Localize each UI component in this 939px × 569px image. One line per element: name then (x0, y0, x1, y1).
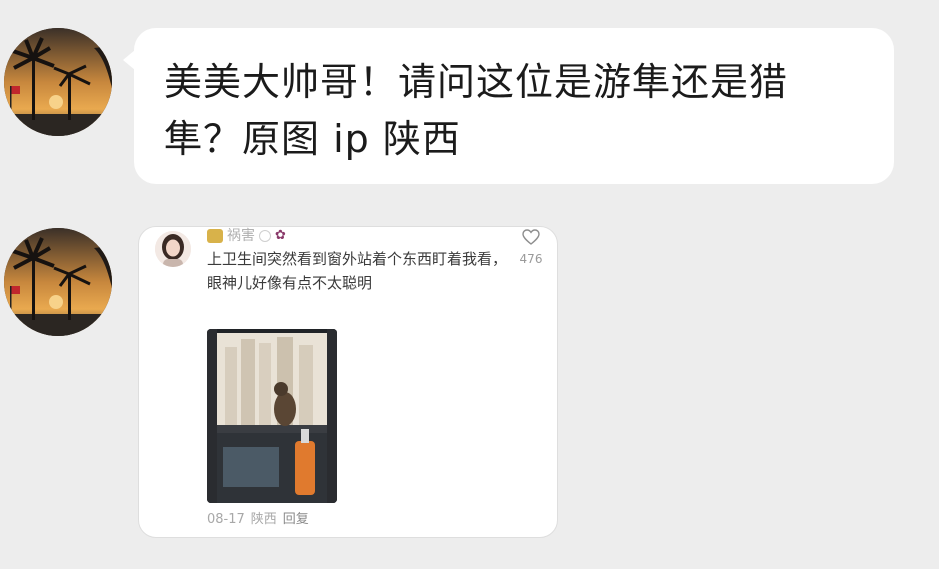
commenter-name-row: 祸害 ✿ (207, 227, 286, 245)
message-bubble[interactable]: 美美大帅哥！请问这位是游隼还是猎隼？原图 ip 陕西 (123, 28, 894, 184)
reply-link: 回复 (282, 512, 309, 527)
sender-avatar[interactable] (4, 28, 112, 136)
heart-icon (522, 229, 540, 245)
user-badge-icon (207, 229, 223, 243)
message-text: 美美大帅哥！请问这位是游隼还是猎隼？原图 ip 陕西 (164, 60, 789, 161)
comment-photo (207, 329, 337, 503)
like-count: 476 (519, 252, 543, 266)
comment-location: 陕西 (250, 512, 277, 527)
like-button: 476 (511, 229, 551, 267)
commenter-avatar (155, 231, 191, 267)
flower-icon: ✿ (275, 228, 286, 243)
sender-avatar[interactable] (4, 228, 112, 336)
image-message[interactable]: 祸害 ✿ 上卫生间突然看到窗外站着个东西盯着我看，眼神儿好像有点不太聪明 476 (138, 226, 558, 538)
comment-meta: 08-17 陕西 回复 (207, 511, 309, 529)
commenter-username: 祸害 (227, 228, 255, 244)
comment-date: 08-17 (207, 512, 245, 527)
badge-circle-icon (259, 230, 271, 242)
comment-text: 上卫生间突然看到窗外站着个东西盯着我看，眼神儿好像有点不太聪明 (207, 250, 508, 292)
